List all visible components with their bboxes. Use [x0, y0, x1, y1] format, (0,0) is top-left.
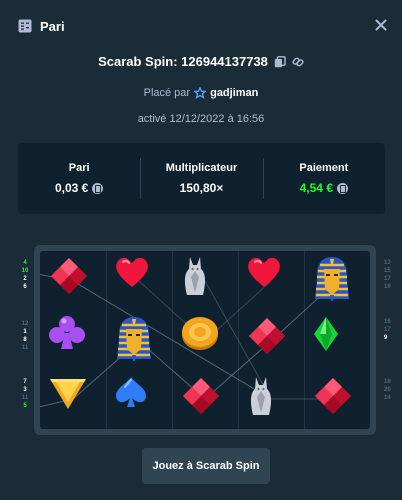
pharaoh-icon: [312, 255, 362, 305]
payline-number: 3: [23, 387, 27, 393]
pharaoh-icon: [114, 315, 164, 365]
payline-number: 11: [21, 395, 29, 401]
red-heart-icon: [246, 255, 296, 305]
modal-header: Pari: [0, 0, 402, 52]
copy-icon[interactable]: [274, 55, 286, 68]
activated-timestamp: activé 12/12/2022 à 16:56: [137, 113, 265, 125]
close-icon[interactable]: [372, 16, 390, 34]
payline-number: 1: [23, 329, 27, 335]
spin-title: Scarab Spin: 126944137738: [0, 54, 402, 69]
currency-icon: [337, 182, 348, 194]
payline-number: 12: [21, 321, 29, 327]
stat-payout-value: 4,54 €: [300, 181, 348, 195]
green-diamond-icon: [312, 315, 362, 365]
payline-numbers-right-top: 13 15 17 19: [384, 259, 398, 291]
payline-number: 10: [21, 268, 29, 274]
payline-number: 16: [384, 319, 391, 325]
silver-cat-icon: [180, 255, 230, 305]
purple-club-icon: [48, 315, 98, 365]
payline-numbers-right-mid: 16 17 9: [384, 318, 398, 342]
payline-numbers-left-bottom: 7 3 11 5: [20, 378, 30, 410]
bet-amount: 0,03 €: [54, 181, 89, 195]
username-link[interactable]: gadjiman: [210, 87, 258, 99]
modal-title: Pari: [40, 18, 65, 34]
yellow-triangle-icon: [48, 375, 98, 425]
red-diamond-icon: [246, 315, 296, 365]
currency-icon: [92, 182, 104, 194]
stat-multiplier: Multiplicateur 150,80×: [140, 143, 262, 214]
blue-spade-icon: [114, 375, 164, 425]
payline-number: 2: [23, 276, 27, 282]
bet-stats-panel: Pari 0,03 € Multiplicateur 150,80× Paiem…: [18, 143, 385, 214]
payline-numbers-right-bottom: 18 20 14: [384, 378, 398, 402]
payline-number: 9: [384, 335, 388, 341]
payline-number: 17: [384, 276, 391, 282]
placed-by-label: Placé par: [143, 87, 191, 99]
bet-slip-icon: [18, 19, 32, 33]
payline-numbers-left-mid: 12 1 8 11: [20, 320, 30, 352]
payline-number: 4: [23, 260, 27, 266]
link-icon[interactable]: [292, 56, 304, 68]
red-diamond-icon: [48, 255, 98, 305]
silver-cat-icon: [246, 375, 296, 425]
payline-numbers-left-top: 4 10 2 6: [20, 259, 30, 291]
payline-number: 11: [21, 345, 29, 351]
play-scarab-spin-button[interactable]: Jouez à Scarab Spin: [142, 448, 270, 484]
payline-number: 20: [384, 387, 391, 393]
stat-bet-value: 0,03 €: [54, 181, 104, 195]
stat-bet: Pari 0,03 €: [18, 143, 140, 214]
payline-number: 6: [23, 284, 27, 290]
stat-multiplier-value: 150,80×: [179, 181, 224, 195]
slot-board: [40, 251, 370, 429]
red-diamond-icon: [180, 375, 230, 425]
red-diamond-icon: [312, 375, 362, 425]
spin-id-text: Scarab Spin: 126944137738: [98, 54, 268, 69]
gold-coin-icon: [180, 315, 230, 365]
star-badge-icon: [193, 86, 208, 100]
payline-number: 14: [384, 395, 391, 401]
stat-multiplier-label: Multiplicateur: [165, 162, 238, 174]
payline-number: 17: [384, 327, 391, 333]
payline-number: 5: [23, 403, 27, 409]
placed-by: Placé par gadjiman: [0, 86, 402, 100]
payline-number: 18: [384, 379, 391, 385]
payline-number: 13: [384, 260, 391, 266]
red-heart-icon: [114, 255, 164, 305]
payline-number: 19: [384, 284, 391, 290]
payline-number: 7: [23, 379, 27, 385]
payout-amount: 4,54 €: [299, 181, 333, 195]
payline-number: 15: [384, 268, 391, 274]
stat-payout-label: Paiement: [299, 162, 349, 174]
stat-bet-label: Pari: [68, 162, 90, 174]
stat-payout: Paiement 4,54 €: [262, 143, 385, 214]
payline-number: 8: [23, 337, 27, 343]
